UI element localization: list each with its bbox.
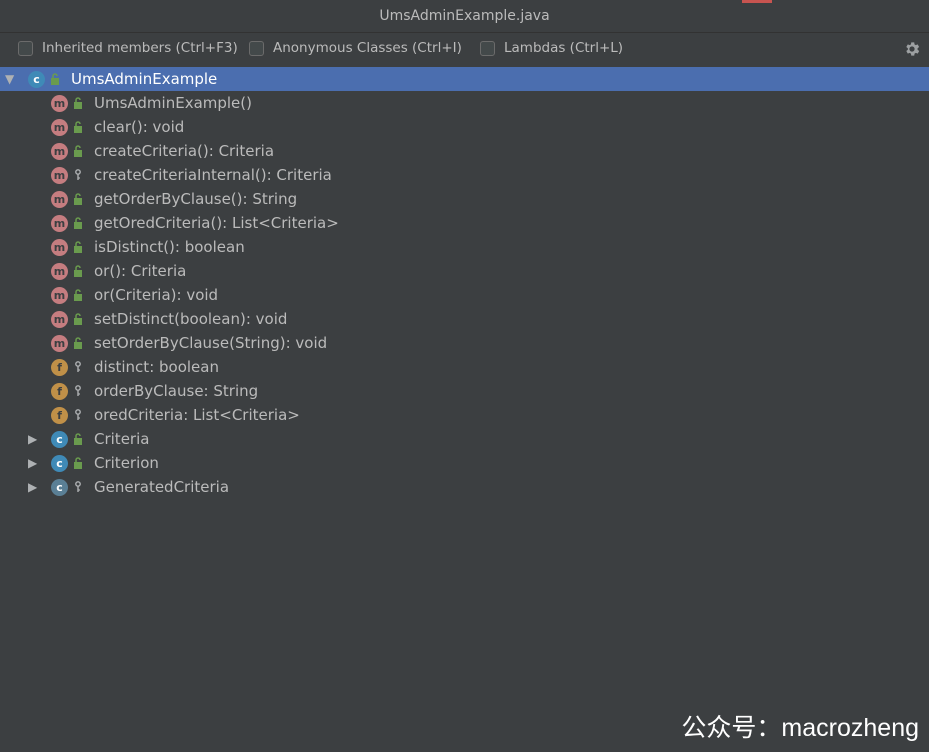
method-icon: m bbox=[51, 334, 68, 352]
protected-key-icon bbox=[75, 169, 81, 180]
tree-nested-class-label: Criteria bbox=[94, 430, 150, 448]
public-lock-icon bbox=[74, 145, 82, 157]
tree-member-row[interactable]: m getOredCriteria(): List<Criteria> bbox=[0, 211, 929, 235]
inherited-members-checkbox[interactable] bbox=[18, 40, 33, 56]
window-title-bar: UmsAdminExample.java bbox=[0, 0, 929, 33]
tree-member-row[interactable]: m UmsAdminExample() bbox=[0, 91, 929, 115]
public-lock-icon bbox=[74, 121, 82, 133]
public-lock-icon bbox=[74, 217, 82, 229]
watermark-text: 公众号：macrozheng bbox=[681, 714, 919, 742]
method-icon: m bbox=[51, 310, 68, 328]
tree-member-row[interactable]: m getOrderByClause(): String bbox=[0, 187, 929, 211]
tree-member-label: createCriteria(): Criteria bbox=[94, 142, 275, 160]
method-icon: m bbox=[51, 286, 68, 304]
method-icon: m bbox=[51, 142, 68, 160]
field-icon: f bbox=[51, 406, 68, 424]
tree-member-row[interactable]: m createCriteriaInternal(): Criteria bbox=[0, 163, 929, 187]
anonymous-classes-option[interactable]: Anonymous Classes (Ctrl+I) bbox=[249, 40, 462, 56]
lambdas-label: Lambdas (Ctrl+L) bbox=[504, 40, 624, 56]
public-lock-icon bbox=[74, 97, 82, 109]
tree-member-label: getOrderByClause(): String bbox=[94, 190, 298, 208]
anonymous-classes-label: Anonymous Classes (Ctrl+I) bbox=[273, 40, 462, 56]
gear-icon[interactable] bbox=[903, 40, 921, 58]
class-icon: c bbox=[51, 430, 68, 448]
protected-key-icon bbox=[75, 385, 81, 396]
abstract-class-icon: c bbox=[51, 478, 68, 496]
class-icon: c bbox=[51, 454, 68, 472]
tree-member-row[interactable]: m setDistinct(boolean): void bbox=[0, 307, 929, 331]
expand-arrow-icon[interactable]: ▶ bbox=[28, 481, 40, 493]
window-title: UmsAdminExample.java bbox=[379, 8, 550, 24]
method-icon: m bbox=[51, 214, 68, 232]
tree-nested-class-label: Criterion bbox=[94, 454, 159, 472]
class-icon: c bbox=[28, 70, 45, 88]
public-lock-icon bbox=[74, 265, 82, 277]
collapse-arrow-icon[interactable]: ▼ bbox=[5, 73, 17, 85]
method-icon: m bbox=[51, 118, 68, 136]
tree-root-label: UmsAdminExample bbox=[71, 70, 218, 88]
expand-arrow-icon[interactable]: ▶ bbox=[28, 433, 40, 445]
public-lock-icon bbox=[74, 289, 82, 301]
method-icon: m bbox=[51, 190, 68, 208]
lambdas-option[interactable]: Lambdas (Ctrl+L) bbox=[480, 40, 623, 56]
tree-member-label: setOrderByClause(String): void bbox=[94, 334, 328, 352]
tree-nested-class-row[interactable]: ▶ c Criteria bbox=[0, 427, 929, 451]
tree-member-label: setDistinct(boolean): void bbox=[94, 310, 288, 328]
tree-member-row[interactable]: m or(): Criteria bbox=[0, 259, 929, 283]
public-lock-icon bbox=[74, 313, 82, 325]
tree-member-label: createCriteriaInternal(): Criteria bbox=[94, 166, 332, 184]
tree-nested-class-row[interactable]: ▶ c GeneratedCriteria bbox=[0, 475, 929, 499]
public-lock-icon bbox=[74, 193, 82, 205]
structure-toolbar: Inherited members (Ctrl+F3) Anonymous Cl… bbox=[0, 33, 929, 66]
public-lock-icon bbox=[74, 337, 82, 349]
inherited-members-option[interactable]: Inherited members (Ctrl+F3) bbox=[18, 40, 238, 56]
method-icon: m bbox=[51, 166, 68, 184]
tree-member-row[interactable]: m createCriteria(): Criteria bbox=[0, 139, 929, 163]
public-lock-icon bbox=[74, 433, 82, 445]
expand-arrow-icon[interactable]: ▶ bbox=[28, 457, 40, 469]
tree-member-row[interactable]: f orderByClause: String bbox=[0, 379, 929, 403]
field-icon: f bbox=[51, 358, 68, 376]
tree-member-row[interactable]: m clear(): void bbox=[0, 115, 929, 139]
anonymous-classes-checkbox[interactable] bbox=[249, 40, 264, 56]
tree-member-label: isDistinct(): boolean bbox=[94, 238, 245, 256]
tree-member-row[interactable]: m or(Criteria): void bbox=[0, 283, 929, 307]
tree-root-row[interactable]: ▼ c UmsAdminExample bbox=[0, 67, 929, 91]
tree-member-label: UmsAdminExample() bbox=[94, 94, 252, 112]
tree-nested-class-row[interactable]: ▶ c Criterion bbox=[0, 451, 929, 475]
public-lock-icon bbox=[74, 457, 82, 469]
public-lock-icon bbox=[74, 241, 82, 253]
tree-member-label: or(): Criteria bbox=[94, 262, 187, 280]
tree-member-label: orderByClause: String bbox=[94, 382, 259, 400]
public-lock-icon bbox=[51, 73, 59, 85]
tree-nested-class-label: GeneratedCriteria bbox=[94, 478, 230, 496]
protected-key-icon bbox=[75, 409, 81, 420]
tree-member-label: getOredCriteria(): List<Criteria> bbox=[94, 214, 339, 232]
tree-member-row[interactable]: f oredCriteria: List<Criteria> bbox=[0, 403, 929, 427]
inherited-members-label: Inherited members (Ctrl+F3) bbox=[42, 40, 238, 56]
tree-member-label: or(Criteria): void bbox=[94, 286, 219, 304]
tree-member-row[interactable]: f distinct: boolean bbox=[0, 355, 929, 379]
tree-member-label: oredCriteria: List<Criteria> bbox=[94, 406, 300, 424]
title-accent-bar bbox=[742, 0, 772, 3]
method-icon: m bbox=[51, 262, 68, 280]
tree-member-row[interactable]: m isDistinct(): boolean bbox=[0, 235, 929, 259]
tree-member-row[interactable]: m setOrderByClause(String): void bbox=[0, 331, 929, 355]
lambdas-checkbox[interactable] bbox=[480, 40, 495, 56]
protected-key-icon bbox=[75, 481, 81, 492]
tree-member-label: distinct: boolean bbox=[94, 358, 219, 376]
field-icon: f bbox=[51, 382, 68, 400]
method-icon: m bbox=[51, 94, 68, 112]
tree-member-label: clear(): void bbox=[94, 118, 185, 136]
method-icon: m bbox=[51, 238, 68, 256]
protected-key-icon bbox=[75, 361, 81, 372]
